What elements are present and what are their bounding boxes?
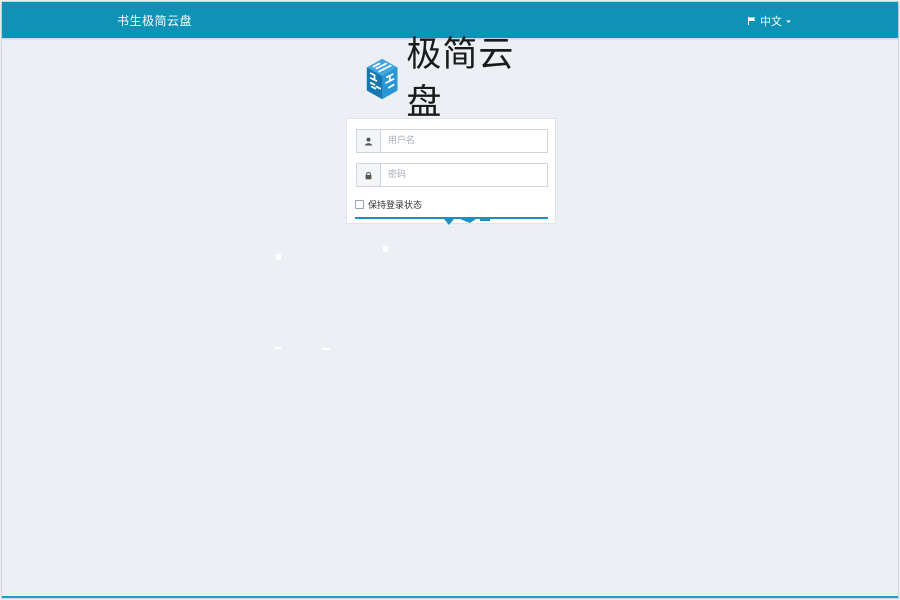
flag-icon (748, 17, 756, 25)
render-artifact (276, 254, 281, 260)
user-icon (365, 137, 372, 145)
login-button-fragment (444, 219, 490, 225)
password-addon (357, 164, 381, 186)
remember-me-checkbox[interactable]: 保持登录状态 (355, 198, 422, 211)
username-input[interactable] (381, 130, 547, 152)
language-dropdown[interactable]: 中文 (747, 13, 792, 29)
username-addon (357, 130, 381, 152)
render-artifact (322, 348, 330, 350)
password-group (356, 163, 548, 187)
render-artifact (275, 347, 281, 349)
username-group (356, 129, 548, 153)
language-label: 中文 (760, 15, 782, 28)
caret-down-icon (786, 20, 791, 23)
app-logo: 极简云盘 (364, 35, 544, 123)
remember-me-label: 保持登录状态 (368, 201, 423, 211)
brand-link[interactable]: 书生极简云盘 (117, 12, 192, 29)
logo-text: 极简云盘 (406, 35, 515, 123)
login-page: 书生极简云盘 中文 极简云盘 用户名 保持登录状态 (1, 1, 899, 599)
checkbox-box[interactable] (355, 200, 364, 209)
login-form: 保持登录状态 (346, 118, 556, 225)
password-input[interactable] (381, 164, 547, 186)
cube-logo-icon (366, 58, 398, 100)
render-artifact (383, 246, 388, 252)
bottom-border (2, 596, 898, 598)
lock-icon (365, 171, 372, 179)
